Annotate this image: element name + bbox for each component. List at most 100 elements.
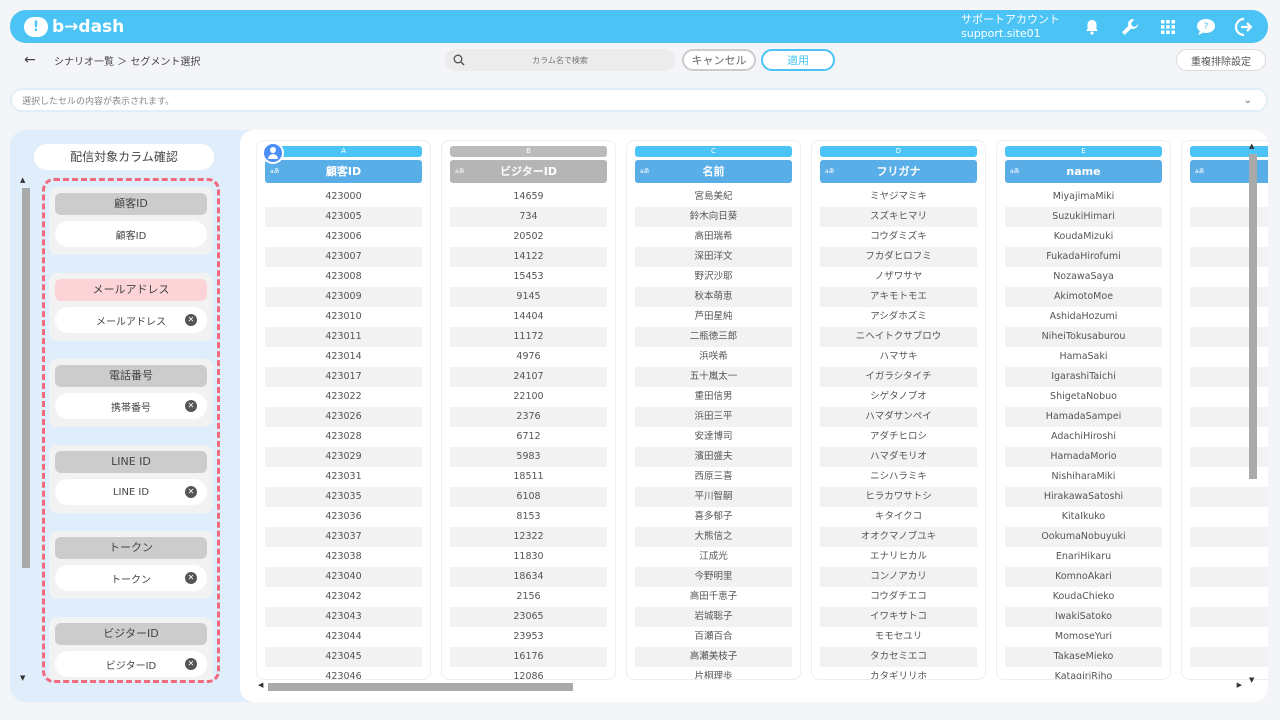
- apply-button[interactable]: 適用: [761, 49, 835, 71]
- table-cell[interactable]: 岩城聡子: [635, 607, 792, 627]
- table-cell[interactable]: 423005: [265, 207, 422, 227]
- table-cell[interactable]: ハマダサンペイ: [820, 407, 977, 427]
- table-cell[interactable]: 浜田三平: [635, 407, 792, 427]
- column-chip[interactable]: トークン ✕: [55, 565, 207, 591]
- scrollbar-thumb[interactable]: [1249, 154, 1257, 479]
- table-cell[interactable]: 423038: [265, 547, 422, 567]
- table-cell[interactable]: 20502: [450, 227, 607, 247]
- table-cell[interactable]: 重田信男: [635, 387, 792, 407]
- table-cell[interactable]: キタイクコ: [820, 507, 977, 527]
- table-cell[interactable]: 14404: [450, 307, 607, 327]
- table-cell[interactable]: 423040: [265, 567, 422, 587]
- table-cell[interactable]: 423037: [265, 527, 422, 547]
- table-cell[interactable]: NishiharaMiki: [1005, 467, 1162, 487]
- help-chat-icon[interactable]: ?: [1196, 17, 1216, 37]
- vertical-scrollbar[interactable]: ▲ ▼: [1248, 142, 1258, 684]
- table-cell[interactable]: 23953: [450, 627, 607, 647]
- table-cell[interactable]: 秋本萌恵: [635, 287, 792, 307]
- table-cell[interactable]: 22100: [450, 387, 607, 407]
- table-cell[interactable]: 423036: [265, 507, 422, 527]
- table-cell[interactable]: 8153: [450, 507, 607, 527]
- chevron-down-icon[interactable]: ⌄: [1244, 95, 1252, 106]
- scroll-up-arrow-icon[interactable]: ▲: [1249, 142, 1254, 150]
- table-cell[interactable]: 江成光: [635, 547, 792, 567]
- table-cell[interactable]: 芦田星純: [635, 307, 792, 327]
- table-cell[interactable]: 2156: [450, 587, 607, 607]
- table-cell[interactable]: スズキヒマリ: [820, 207, 977, 227]
- table-cell[interactable]: 12322: [450, 527, 607, 547]
- table-cell[interactable]: アダチヒロシ: [820, 427, 977, 447]
- table-cell[interactable]: 高瀬美枝子: [635, 647, 792, 667]
- table-cell[interactable]: 濱田盛夫: [635, 447, 792, 467]
- scrollbar-thumb[interactable]: [22, 188, 30, 568]
- column-chip[interactable]: 顧客ID: [55, 221, 207, 247]
- table-cell[interactable]: HamaSaki: [1005, 347, 1162, 367]
- table-cell[interactable]: 12086: [450, 667, 607, 679]
- logout-icon[interactable]: [1234, 17, 1254, 37]
- table-cell[interactable]: ヒラカワサトシ: [820, 487, 977, 507]
- table-cell[interactable]: イガラシタイチ: [820, 367, 977, 387]
- table-cell[interactable]: ノザワサヤ: [820, 267, 977, 287]
- scroll-up-arrow-icon[interactable]: ▲: [20, 176, 25, 184]
- table-cell[interactable]: 宮島美紀: [635, 187, 792, 207]
- horizontal-scrollbar[interactable]: ◀ ▶: [256, 681, 1256, 693]
- table-cell[interactable]: フカダヒロフミ: [820, 247, 977, 267]
- table-cell[interactable]: 西原三喜: [635, 467, 792, 487]
- table-cell[interactable]: 423045: [265, 647, 422, 667]
- table-cell[interactable]: NiheiTokusaburou: [1005, 327, 1162, 347]
- breadcrumb[interactable]: シナリオ一覧 ＞ セグメント選択: [54, 53, 200, 68]
- table-cell[interactable]: 浜咲希: [635, 347, 792, 367]
- user-icon[interactable]: [262, 142, 284, 164]
- table-cell[interactable]: 423028: [265, 427, 422, 447]
- table-cell[interactable]: KoudaChieko: [1005, 587, 1162, 607]
- table-cell[interactable]: 2376: [450, 407, 607, 427]
- table-cell[interactable]: OokumaNobuyuki: [1005, 527, 1162, 547]
- cancel-button[interactable]: キャンセル: [682, 49, 756, 71]
- table-cell[interactable]: コウダミズキ: [820, 227, 977, 247]
- table-cell[interactable]: KatagiriRiho: [1005, 667, 1162, 679]
- table-cell[interactable]: 16176: [450, 647, 607, 667]
- table-cell[interactable]: MomoseYuri: [1005, 627, 1162, 647]
- table-cell[interactable]: 423026: [265, 407, 422, 427]
- table-cell[interactable]: ShigetaNobuo: [1005, 387, 1162, 407]
- remove-icon[interactable]: ✕: [185, 400, 197, 412]
- table-cell[interactable]: SuzukiHimari: [1005, 207, 1162, 227]
- table-cell[interactable]: AdachiHiroshi: [1005, 427, 1162, 447]
- table-cell[interactable]: ハマダモリオ: [820, 447, 977, 467]
- table-cell[interactable]: 6712: [450, 427, 607, 447]
- cell-content-bar[interactable]: 選択したセルの内容が表示されます。 ⌄: [10, 88, 1268, 112]
- table-cell[interactable]: 423014: [265, 347, 422, 367]
- remove-icon[interactable]: ✕: [185, 486, 197, 498]
- table-cell[interactable]: 423029: [265, 447, 422, 467]
- table-cell[interactable]: MiyajimaMiki: [1005, 187, 1162, 207]
- table-cell[interactable]: 423009: [265, 287, 422, 307]
- table-cell[interactable]: EnariHikaru: [1005, 547, 1162, 567]
- grid-menu-icon[interactable]: [1158, 17, 1178, 37]
- table-cell[interactable]: 二瓶徳三郎: [635, 327, 792, 347]
- table-cell[interactable]: 片桐理歩: [635, 667, 792, 679]
- table-cell[interactable]: 14122: [450, 247, 607, 267]
- table-cell[interactable]: 23065: [450, 607, 607, 627]
- table-cell[interactable]: 11172: [450, 327, 607, 347]
- table-cell[interactable]: 百瀬百合: [635, 627, 792, 647]
- table-cell[interactable]: 高田瑞希: [635, 227, 792, 247]
- table-cell[interactable]: 11830: [450, 547, 607, 567]
- table-cell[interactable]: KomnoAkari: [1005, 567, 1162, 587]
- table-cell[interactable]: コンノアカリ: [820, 567, 977, 587]
- table-cell[interactable]: 423044: [265, 627, 422, 647]
- table-cell[interactable]: HamadaSampei: [1005, 407, 1162, 427]
- table-cell[interactable]: 423035: [265, 487, 422, 507]
- scroll-right-arrow-icon[interactable]: ▶: [1237, 681, 1242, 689]
- table-cell[interactable]: 24107: [450, 367, 607, 387]
- table-cell[interactable]: 鈴木向日葵: [635, 207, 792, 227]
- table-cell[interactable]: 18511: [450, 467, 607, 487]
- search-input[interactable]: [465, 55, 655, 65]
- table-cell[interactable]: イワキサトコ: [820, 607, 977, 627]
- account-info[interactable]: サポートアカウント support.site01: [961, 13, 1060, 41]
- table-cell[interactable]: 423022: [265, 387, 422, 407]
- column-letter[interactable]: E: [1005, 146, 1162, 157]
- table-cell[interactable]: 喜多郁子: [635, 507, 792, 527]
- table-cell[interactable]: 423042: [265, 587, 422, 607]
- table-cell[interactable]: IgarashiTaichi: [1005, 367, 1162, 387]
- remove-icon[interactable]: ✕: [185, 314, 197, 326]
